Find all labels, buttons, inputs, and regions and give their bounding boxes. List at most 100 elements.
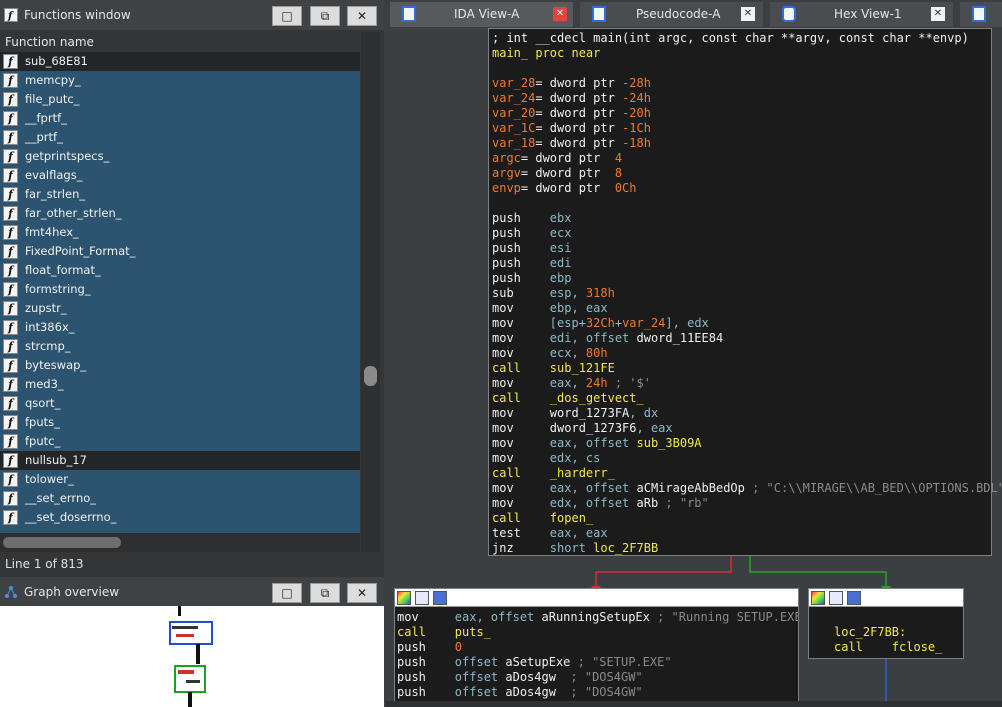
edit-icon[interactable] — [829, 591, 843, 605]
tab-pseudocode-a[interactable]: Pseudocode-A ✕ — [580, 2, 763, 27]
code-line[interactable]: call _dos_getvect_ — [492, 391, 991, 406]
code-line[interactable]: push ebp — [492, 271, 991, 286]
code-line[interactable]: mov ebp, eax — [492, 301, 991, 316]
function-list-item[interactable]: f strcmp_ — [0, 337, 360, 356]
function-list-item[interactable]: f memcpy_ — [0, 71, 360, 90]
function-list-item[interactable]: f qsort_ — [0, 394, 360, 413]
close-icon[interactable]: ✕ — [553, 7, 567, 21]
code-line[interactable]: var_28= dword ptr -28h — [492, 76, 991, 91]
column-header-function-name[interactable]: Function name — [0, 32, 360, 52]
graph-overview-canvas[interactable] — [0, 606, 384, 707]
tab-ida-view-a[interactable]: IDA View-A ✕ — [390, 2, 573, 27]
code-line[interactable]: mov eax, offset aCMirageAbBedOp ; "C:\\M… — [492, 481, 1002, 496]
code-line[interactable] — [834, 610, 963, 625]
code-block-main[interactable]: ; int __cdecl main(int argc, const char … — [488, 28, 1002, 556]
code-line[interactable]: envp= dword ptr 0Ch — [492, 181, 991, 196]
code-line[interactable]: mov eax, offset aRunningSetupEx ; "Runni… — [397, 610, 798, 625]
code-block-running-setup[interactable]: mov eax, offset aRunningSetupEx ; "Runni… — [394, 588, 799, 707]
code-line[interactable]: argc= dword ptr 4 — [492, 151, 991, 166]
code-line[interactable]: main_ proc near — [492, 46, 991, 61]
code-line[interactable]: call _harderr_ — [492, 466, 991, 481]
code-line[interactable]: mov ecx, 80h — [492, 346, 991, 361]
code-line[interactable]: push offset aSetupExe ; "SETUP.EXE" — [397, 655, 798, 670]
code-line[interactable]: mov edi, offset dword_11EE84 — [492, 331, 991, 346]
code-line[interactable]: mov eax, offset sub_3B09A — [492, 436, 991, 451]
function-list-item[interactable]: f byteswap_ — [0, 356, 360, 375]
code-block-loc-2f7bb[interactable]: loc_2F7BB: call fclose_ — [808, 588, 964, 659]
function-list-item[interactable]: f fputs_ — [0, 413, 360, 432]
code-line[interactable]: mov edx, offset aRb ; "rb" — [492, 496, 991, 511]
tab-hex-view-1[interactable]: Hex View-1 ✕ — [770, 2, 953, 27]
code-line[interactable]: mov edx, cs — [492, 451, 991, 466]
vertical-scrollbar[interactable] — [361, 32, 380, 552]
code-line[interactable]: push ecx — [492, 226, 991, 241]
restore-button[interactable]: ⧉ — [310, 583, 340, 603]
color-palette-icon[interactable] — [397, 591, 411, 605]
code-line[interactable]: loc_2F7BB: — [834, 625, 963, 640]
code-line[interactable]: test eax, eax — [492, 526, 991, 541]
code-line[interactable] — [492, 61, 991, 76]
maximize-button[interactable]: □ — [272, 583, 302, 603]
function-list-item[interactable]: f nullsub_17 — [0, 451, 360, 470]
code-line[interactable]: argv= dword ptr 8 — [492, 166, 991, 181]
restore-button[interactable]: ⧉ — [310, 6, 340, 26]
function-list-item[interactable]: f sub_68E81 — [0, 52, 360, 71]
code-line[interactable]: push 0 — [397, 640, 798, 655]
scrollbar-thumb[interactable] — [3, 537, 121, 548]
code-line[interactable]: call fclose_ — [834, 640, 963, 655]
function-list-item[interactable]: f tolower_ — [0, 470, 360, 489]
color-palette-icon[interactable] — [811, 591, 825, 605]
code-token: offset — [454, 670, 506, 684]
graph-view-canvas[interactable]: ; int __cdecl main(int argc, const char … — [386, 28, 1002, 707]
close-icon[interactable]: ✕ — [931, 7, 945, 21]
code-line[interactable]: mov [esp+32Ch+var_24], edx — [492, 316, 991, 331]
scrollbar-thumb[interactable] — [364, 366, 377, 386]
close-button[interactable]: ✕ — [347, 6, 377, 26]
group-icon[interactable] — [847, 591, 861, 605]
function-list-item[interactable]: f __set_errno_ — [0, 489, 360, 508]
horizontal-scrollbar[interactable] — [0, 533, 360, 552]
code-line[interactable]: var_18= dword ptr -18h — [492, 136, 991, 151]
function-list-item[interactable]: f int386x_ — [0, 318, 360, 337]
close-icon[interactable]: ✕ — [741, 7, 755, 21]
function-list-item[interactable]: f evalflags_ — [0, 166, 360, 185]
function-list-item[interactable]: f med3_ — [0, 375, 360, 394]
code-line[interactable]: call sub_121FE — [492, 361, 991, 376]
code-line[interactable] — [492, 196, 991, 211]
code-line[interactable]: mov word_1273FA, dx — [492, 406, 991, 421]
function-list-item[interactable]: f file_putc_ — [0, 90, 360, 109]
close-button[interactable]: ✕ — [347, 583, 377, 603]
code-line[interactable]: var_24= dword ptr -24h — [492, 91, 991, 106]
code-line[interactable]: call puts_ — [397, 625, 798, 640]
code-line[interactable]: push offset aDos4gw ; "DOS4GW" — [397, 685, 798, 700]
function-list-item[interactable]: f fmt4hex_ — [0, 223, 360, 242]
code-line[interactable]: sub esp, 318h — [492, 286, 991, 301]
function-list-item[interactable]: f far_strlen_ — [0, 185, 360, 204]
code-line[interactable]: mov dword_1273F6, eax — [492, 421, 991, 436]
tab-structures[interactable] — [960, 2, 1002, 27]
code-line[interactable]: push ebx — [492, 211, 991, 226]
code-line[interactable]: push offset aDos4gw ; "DOS4GW" — [397, 670, 798, 685]
code-line[interactable]: call fopen_ — [492, 511, 991, 526]
code-line[interactable]: jnz short loc_2F7BB — [492, 541, 991, 556]
function-list-item[interactable]: f far_other_strlen_ — [0, 204, 360, 223]
function-list-item[interactable]: f float_format_ — [0, 261, 360, 280]
function-list-item[interactable]: f getprintspecs_ — [0, 147, 360, 166]
code-line[interactable]: push esi — [492, 241, 991, 256]
function-list-item[interactable]: f FixedPoint_Format_ — [0, 242, 360, 261]
code-line[interactable]: var_20= dword ptr -20h — [492, 106, 991, 121]
function-list-item[interactable]: f fputc_ — [0, 432, 360, 451]
edit-icon[interactable] — [415, 591, 429, 605]
function-list-item[interactable]: f __set_doserrno_ — [0, 508, 360, 527]
function-list-item[interactable]: f __fprtf_ — [0, 109, 360, 128]
code-line[interactable]: mov eax, 24h ; '$' — [492, 376, 991, 391]
function-list-item[interactable]: f formstring_ — [0, 280, 360, 299]
function-list-item[interactable]: f zupstr_ — [0, 299, 360, 318]
function-list[interactable]: f sub_68E81 f memcpy_ f file_putc_ f __fprtf_ f _… — [0, 52, 360, 533]
group-icon[interactable] — [433, 591, 447, 605]
code-line[interactable]: ; int __cdecl main(int argc, const char … — [492, 31, 991, 46]
function-list-item[interactable]: f __prtf_ — [0, 128, 360, 147]
code-line[interactable]: var_1C= dword ptr -1Ch — [492, 121, 991, 136]
code-line[interactable]: push edi — [492, 256, 991, 271]
maximize-button[interactable]: □ — [272, 6, 302, 26]
